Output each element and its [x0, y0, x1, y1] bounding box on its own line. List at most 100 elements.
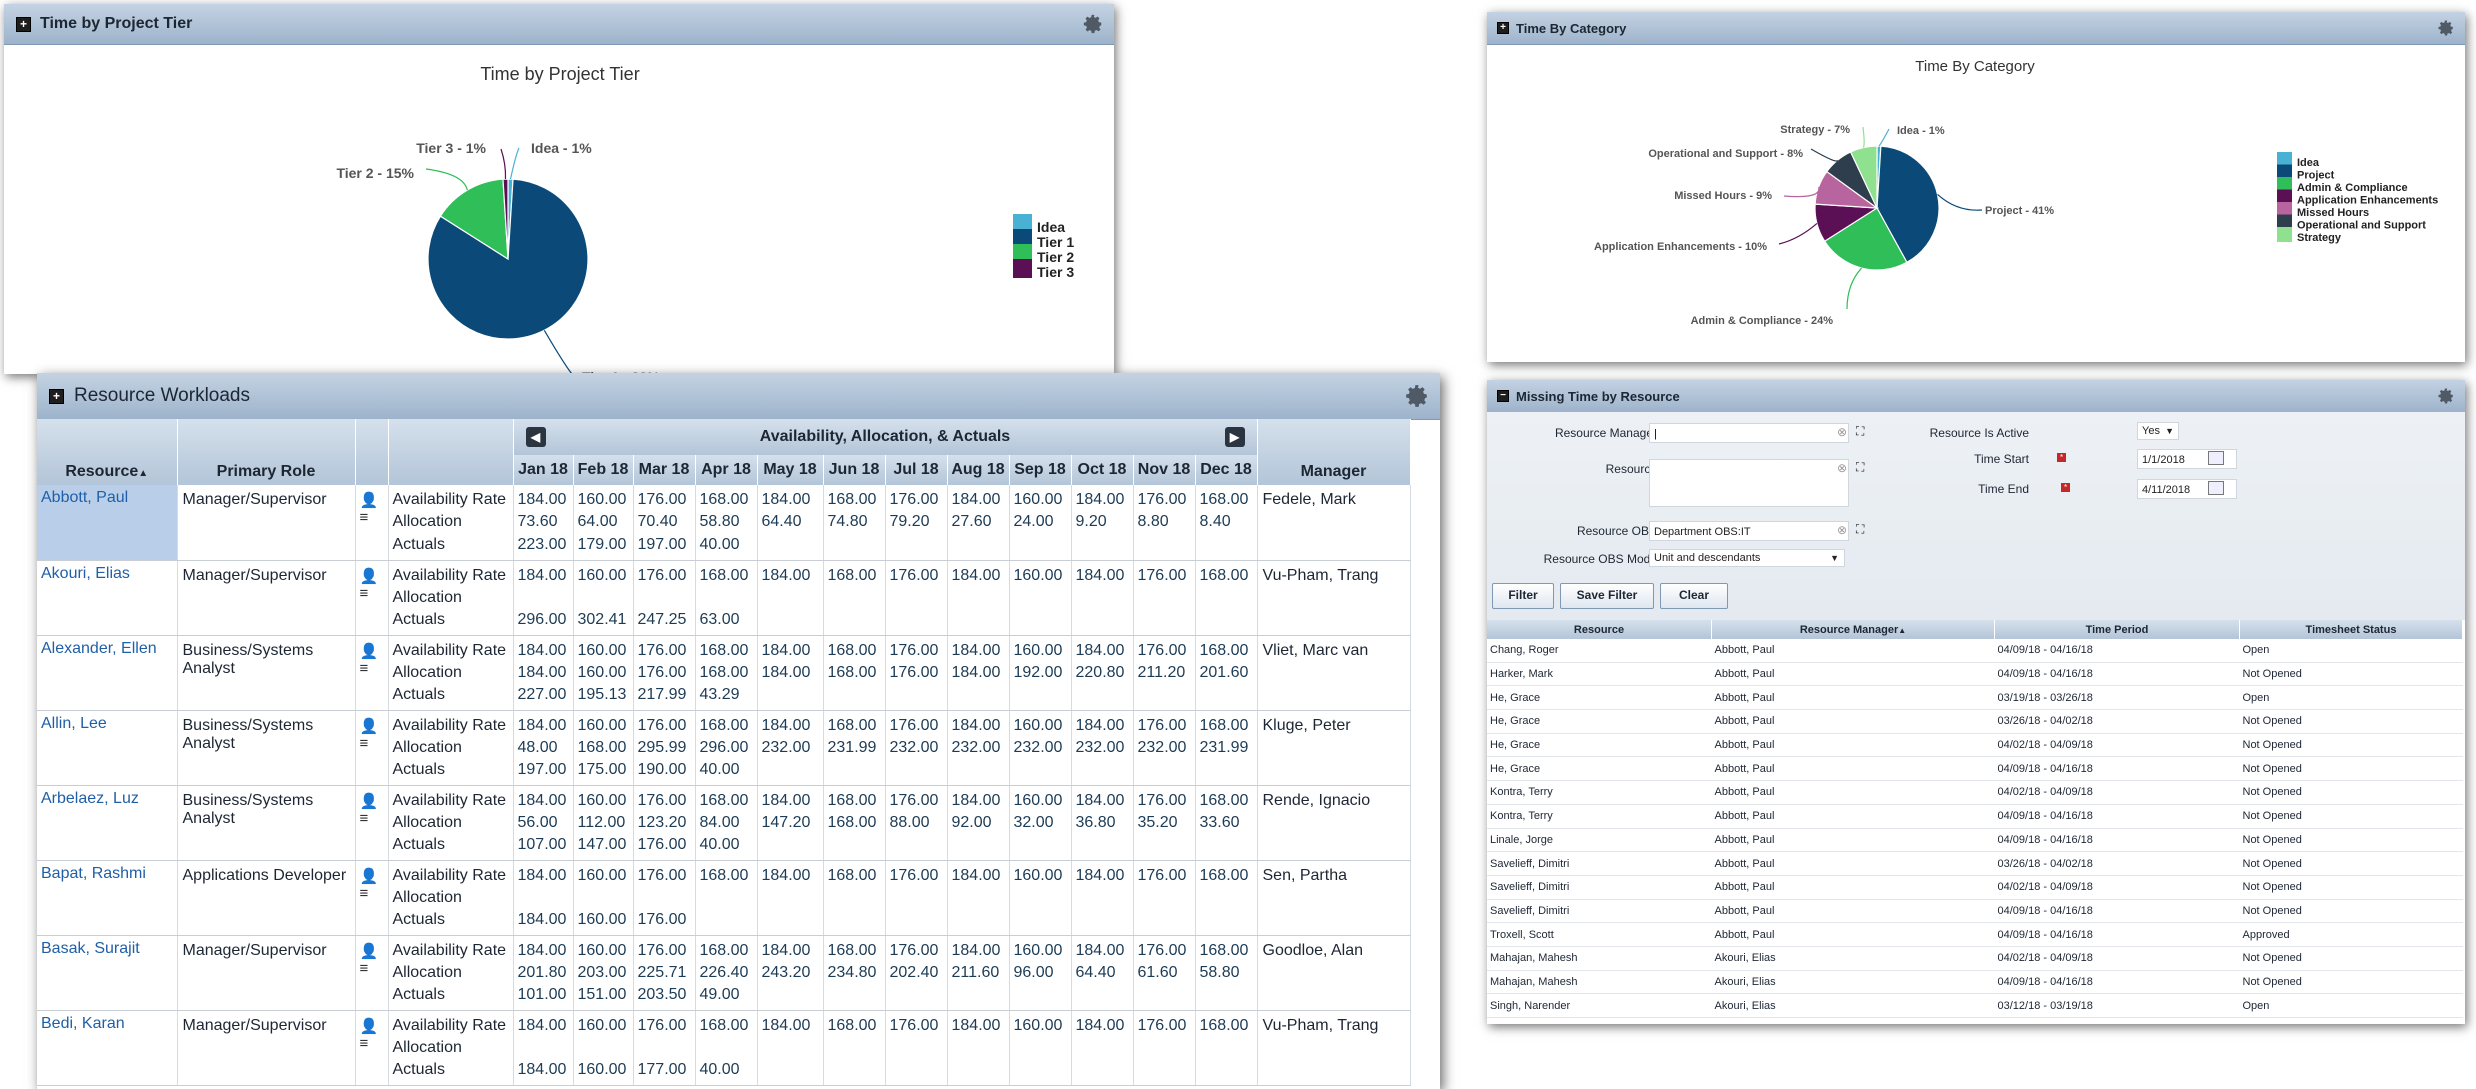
month-value-cell: 184.00 147.20 — [757, 785, 824, 861]
month-value-cell: 160.00 168.00 175.00 — [573, 710, 634, 786]
lookup-icon[interactable]: ⛶ — [1856, 522, 1864, 537]
legend-label[interactable]: Operational and Support — [2297, 220, 2426, 232]
legend-label[interactable]: Tier 3 — [1037, 264, 1074, 280]
column-header-resource[interactable]: Resource — [1487, 620, 1712, 639]
column-header-resource-manager[interactable]: Resource Manager▲ — [1711, 620, 1995, 639]
table-row[interactable]: He, Grace Abbott, Paul 04/09/18 - 04/16/18… — [1487, 756, 2463, 782]
collapse-toggle-icon[interactable]: + — [1497, 22, 1509, 34]
availability-value: 184.00 — [761, 791, 811, 809]
table-row[interactable]: Chang, Roger Abbott, Paul 04/09/18 - 04/16… — [1487, 639, 2463, 663]
month-value-cell: 160.00 — [1009, 860, 1072, 936]
calendar-icon[interactable] — [2208, 451, 2224, 465]
actuals-value — [890, 684, 947, 706]
save-filter-button[interactable]: Save Filter — [1560, 583, 1654, 609]
resource-link[interactable]: Bapat, Rashmi — [37, 861, 177, 887]
time-by-project-tier-panel: + Time by Project Tier Time by Project T… — [4, 4, 1114, 374]
legend-label[interactable]: Admin & Compliance — [2297, 182, 2408, 194]
allocation-value: 160.00 — [577, 663, 627, 681]
previous-period-button[interactable]: ◀ — [525, 427, 546, 447]
table-row[interactable]: Troxell, Scott Abbott, Paul 04/09/18 - 04/… — [1487, 922, 2463, 947]
resource-cell: Akouri, Elias — [37, 560, 178, 636]
table-row[interactable]: Singh, NarenderAkouri, Elias03/19/18 - 0… — [1487, 1017, 2463, 1024]
user-details-icon[interactable]: 👤≡ — [356, 711, 388, 758]
user-details-icon[interactable]: 👤≡ — [356, 636, 388, 683]
table-row[interactable]: Singh, Narender Akouri, Elias 03/12/18 - 0… — [1487, 993, 2463, 1018]
column-header-resource[interactable]: Resource▲ — [37, 419, 178, 485]
clear-button[interactable]: Clear — [1660, 583, 1728, 609]
legend-label[interactable]: Idea — [2297, 157, 2320, 169]
clear-icon[interactable]: ⊗ — [1837, 523, 1847, 537]
lookup-icon[interactable]: ⛶ — [1856, 460, 1864, 475]
resource-link[interactable]: Bedi, Karan — [37, 1011, 177, 1037]
table-row[interactable]: Kontra, Terry Abbott, Paul 04/02/18 - 04/0… — [1487, 780, 2463, 805]
collapse-toggle-icon[interactable]: + — [49, 388, 64, 404]
user-details-icon[interactable]: 👤≡ — [356, 561, 388, 608]
table-row[interactable]: Savelieff, Dimitri Abbott, Paul 04/02/18 -… — [1487, 875, 2463, 900]
legend-label[interactable]: Project — [2297, 170, 2335, 182]
user-details-icon[interactable]: 👤≡ — [356, 936, 388, 983]
user-details-icon[interactable]: 👤≡ — [356, 1011, 388, 1058]
month-value-cell: 184.00 211.60 — [947, 935, 1010, 1011]
legend-label[interactable]: Strategy — [2297, 232, 2342, 244]
time-by-category-panel: + Time By Category Time By Category Idea… — [1487, 12, 2465, 362]
table-row[interactable]: Mahajan, Mahesh Akouri, Elias 04/09/18 - 0… — [1487, 970, 2463, 995]
resource-is-active-select[interactable]: Yes ▼ — [2137, 422, 2179, 440]
gear-icon[interactable] — [2437, 387, 2455, 405]
table-row[interactable]: Harker, Mark Abbott, Paul 04/09/18 - 04/16… — [1487, 662, 2463, 687]
availability-value: 160.00 — [577, 941, 627, 959]
panel-header: + Time By Category — [1487, 12, 2465, 45]
actuals-value — [890, 909, 947, 931]
measure-label: Availability Rate — [392, 566, 507, 584]
next-period-button[interactable]: ▶ — [1224, 427, 1245, 447]
table-row[interactable]: He, Grace Abbott, Paul 03/19/18 - 03/26/18… — [1487, 685, 2463, 711]
collapse-toggle-icon[interactable]: − — [1497, 390, 1509, 402]
resource-obs-input[interactable]: Department OBS:IT — [1649, 521, 1849, 541]
availability-value: 160.00 — [1013, 716, 1063, 734]
table-row[interactable]: Mahajan, Mahesh Akouri, Elias 04/02/18 - 0… — [1487, 946, 2463, 971]
resource-manager-input[interactable]: | — [1649, 423, 1849, 443]
user-details-icon[interactable]: 👤≡ — [356, 485, 388, 532]
clear-icon[interactable]: ⊗ — [1837, 425, 1847, 439]
month-value-cell: 160.00 160.00 — [573, 860, 634, 936]
table-row[interactable]: Kontra, Terry Abbott, Paul 04/09/18 - 04/1… — [1487, 804, 2463, 829]
table-row[interactable]: Savelieff, Dimitri Abbott, Paul 04/09/18 -… — [1487, 899, 2463, 924]
column-header-timesheet-status[interactable]: Timesheet Status — [2239, 620, 2463, 639]
table-row[interactable]: Linale, Jorge Abbott, Paul 04/09/18 - 04/1… — [1487, 828, 2463, 853]
resource-manager-cell: Abbott, Paul — [1711, 804, 1995, 829]
availability-value: 160.00 — [1013, 566, 1063, 584]
user-details-icon[interactable]: 👤≡ — [356, 786, 388, 833]
gear-icon[interactable] — [1082, 13, 1104, 35]
resource-link[interactable]: Abbott, Paul — [37, 485, 177, 511]
filter-button[interactable]: Filter — [1492, 583, 1554, 609]
legend-label[interactable]: Application Enhancements — [2297, 195, 2438, 207]
table-row[interactable]: Savelieff, Dimitri Abbott, Paul 03/26/18 -… — [1487, 851, 2463, 876]
column-header-primary-role[interactable]: Primary Role — [177, 419, 356, 485]
table-row[interactable]: He, Grace Abbott, Paul 03/26/18 - 04/02/18… — [1487, 709, 2463, 734]
allocation-value — [1076, 587, 1133, 609]
legend-label[interactable]: Idea — [1037, 219, 1065, 235]
legend-label[interactable]: Tier 1 — [1037, 234, 1074, 250]
measure-label: Allocation — [392, 738, 462, 756]
resource-input[interactable] — [1649, 459, 1849, 507]
column-header-manager[interactable]: Manager — [1257, 419, 1411, 485]
resource-link[interactable]: Allin, Lee — [37, 711, 177, 737]
actuals-value — [952, 609, 1009, 631]
resource-link[interactable]: Arbelaez, Luz — [37, 786, 177, 812]
availability-value: 160.00 — [1013, 641, 1063, 659]
lookup-icon[interactable]: ⛶ — [1856, 424, 1864, 439]
table-row[interactable]: He, Grace Abbott, Paul 04/02/18 - 04/09/18… — [1487, 733, 2463, 758]
calendar-icon[interactable] — [2208, 481, 2224, 495]
user-details-icon[interactable]: 👤≡ — [356, 861, 388, 908]
gear-icon[interactable] — [2437, 19, 2455, 37]
resource-obs-mode-select[interactable]: Unit and descendants ▼ — [1649, 549, 1845, 567]
gear-icon[interactable] — [1404, 383, 1430, 409]
resource-link[interactable]: Alexander, Ellen — [37, 636, 177, 662]
resource-link[interactable]: Akouri, Elias — [37, 561, 177, 587]
collapse-toggle-icon[interactable]: + — [16, 16, 31, 32]
legend-label[interactable]: Tier 2 — [1037, 249, 1074, 265]
month-value-cell: 184.00 27.60 — [947, 485, 1010, 561]
resource-link[interactable]: Basak, Surajit — [37, 936, 177, 962]
legend-label[interactable]: Missed Hours — [2297, 207, 2369, 219]
clear-icon[interactable]: ⊗ — [1837, 461, 1847, 475]
column-header-time-period[interactable]: Time Period — [1994, 620, 2240, 639]
